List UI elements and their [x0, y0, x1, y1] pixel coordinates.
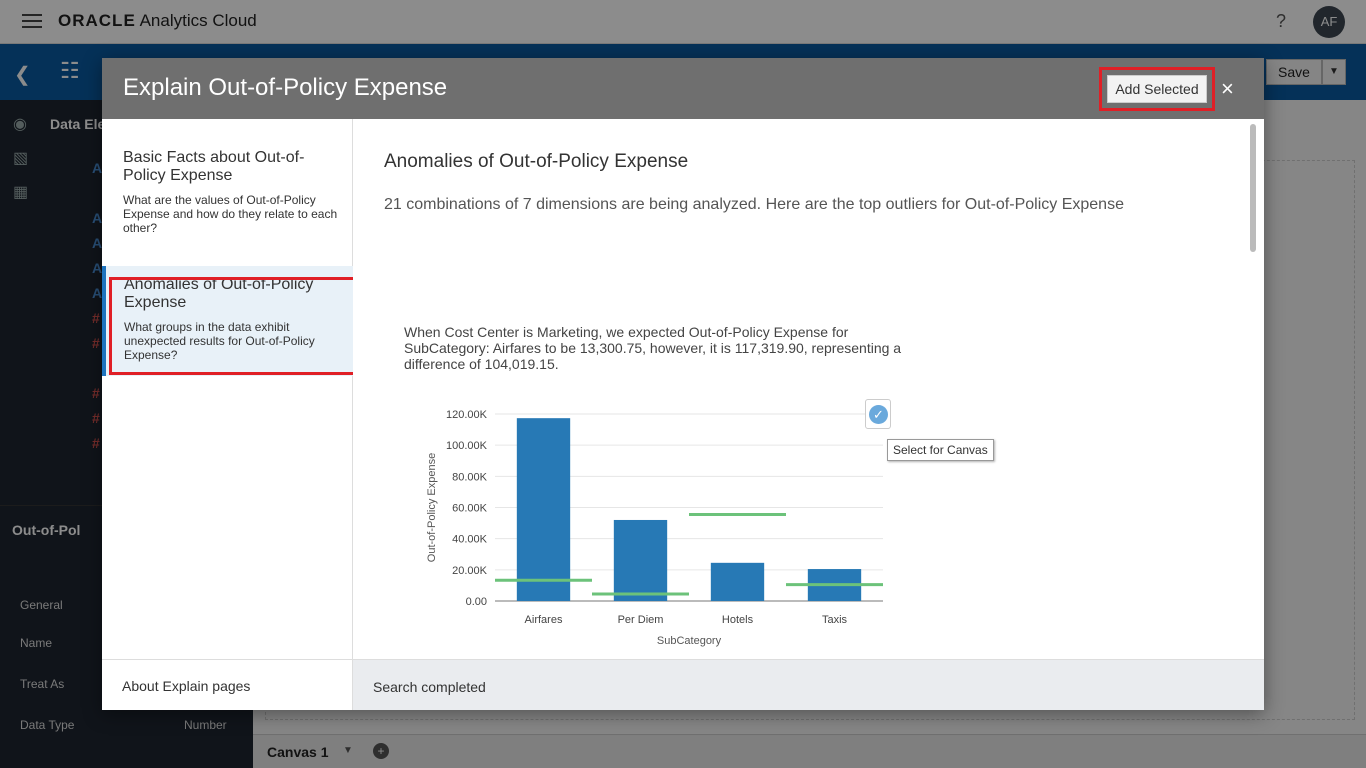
- x-tick-label: Per Diem: [618, 614, 664, 626]
- y-tick-label: 80.00K: [452, 471, 488, 483]
- content-subtitle: 21 combinations of 7 dimensions are bein…: [384, 196, 1124, 213]
- explain-content: Anomalies of Out-of-Policy Expense 21 co…: [353, 119, 1264, 659]
- dialog-header: Explain Out-of-Policy Expense Add Select…: [102, 58, 1264, 119]
- checkmark-icon: ✓: [869, 405, 888, 424]
- select-for-canvas-button[interactable]: ✓: [865, 399, 891, 429]
- explain-dialog: Explain Out-of-Policy Expense Add Select…: [102, 58, 1264, 710]
- y-tick-label: 0.00: [466, 596, 487, 608]
- nav-highlight-box: [109, 277, 357, 375]
- y-tick-label: 40.00K: [452, 534, 488, 546]
- bar: [516, 418, 571, 601]
- close-icon[interactable]: ×: [1221, 76, 1234, 102]
- x-tick-label: Taxis: [822, 614, 848, 626]
- dialog-title: Explain Out-of-Policy Expense: [123, 74, 448, 101]
- content-scrollbar[interactable]: [1250, 124, 1256, 252]
- x-axis-label: SubCategory: [657, 635, 722, 647]
- y-tick-label: 60.00K: [452, 503, 488, 515]
- about-explain-link[interactable]: About Explain pages: [122, 678, 250, 694]
- y-tick-label: 120.00K: [446, 409, 488, 421]
- explain-nav: Basic Facts about Out-of-Policy Expense …: [102, 119, 357, 710]
- bar: [710, 562, 765, 601]
- anomaly-description: When Cost Center is Marketing, we expect…: [404, 324, 902, 372]
- content-title: Anomalies of Out-of-Policy Expense: [384, 151, 689, 172]
- y-tick-label: 20.00K: [452, 565, 488, 577]
- x-tick-label: Hotels: [722, 614, 754, 626]
- anomaly-bar-chart: 0.00 20.00K 40.00K 60.00K 80.00K 100.00K 120.0…: [426, 409, 883, 647]
- status-text: Search completed: [373, 679, 486, 695]
- tooltip: Select for Canvas: [887, 439, 994, 461]
- add-selected-button[interactable]: Add Selected: [1107, 75, 1207, 103]
- add-selected-highlight: Add Selected: [1099, 67, 1215, 111]
- status-bar: Search completed: [353, 659, 1264, 710]
- y-tick-label: 100.00K: [446, 440, 488, 452]
- nav-item-desc: What are the values of Out-of-Policy Exp…: [123, 193, 338, 235]
- x-tick-label: Airfares: [525, 614, 563, 626]
- nav-item-basic-facts[interactable]: Basic Facts about Out-of-Policy Expense …: [102, 149, 353, 235]
- nav-footer: About Explain pages: [102, 659, 353, 710]
- nav-item-heading: Basic Facts about Out-of-Policy Expense: [123, 149, 305, 184]
- y-axis-label: Out-of-Policy Expense: [426, 453, 438, 562]
- bar: [613, 519, 668, 601]
